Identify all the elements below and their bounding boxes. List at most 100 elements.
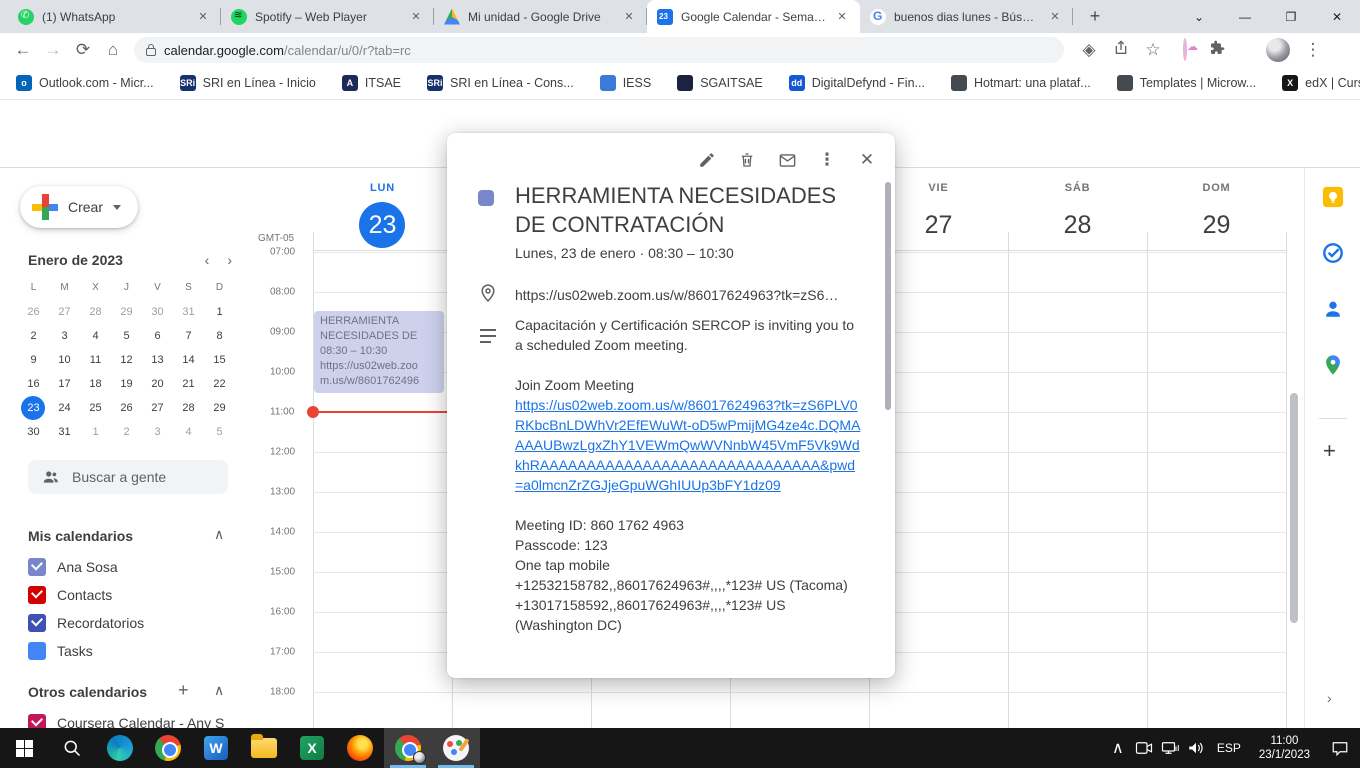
mini-calendar-day[interactable]: 4 <box>80 324 111 348</box>
mini-calendar-day[interactable]: 5 <box>204 420 235 444</box>
mini-calendar-day[interactable]: 22 <box>204 372 235 396</box>
excel-icon[interactable]: X <box>288 728 336 768</box>
mini-calendar-day[interactable]: 10 <box>49 348 80 372</box>
hide-panel-icon[interactable]: › <box>1327 690 1332 706</box>
extensions-icon[interactable] <box>1202 40 1232 60</box>
network-icon[interactable] <box>1157 740 1183 756</box>
meet-now-icon[interactable] <box>1131 741 1157 755</box>
calendar-list-item[interactable]: Coursera Calendar - Any S <box>28 714 224 728</box>
calendar-checkbox[interactable] <box>28 642 46 660</box>
mini-calendar-day[interactable]: 27 <box>49 300 80 324</box>
mini-calendar-day[interactable]: 13 <box>142 348 173 372</box>
mini-calendar-day[interactable]: 29 <box>111 300 142 324</box>
day-number[interactable]: 28 <box>1008 202 1147 248</box>
hidden-icons-chevron[interactable]: ∧ <box>1105 738 1131 758</box>
media-router-icon[interactable]: ◈ <box>1074 40 1104 60</box>
bookmark-item[interactable]: SRi SRI en Línea - Cons... <box>427 75 574 91</box>
edit-event-icon[interactable] <box>695 148 719 172</box>
day-header[interactable]: DOM 29 <box>1147 182 1286 248</box>
mini-calendar-day[interactable]: 28 <box>80 300 111 324</box>
calendar-checkbox[interactable] <box>28 614 46 632</box>
back-icon[interactable]: ← <box>8 40 38 60</box>
browser-tab[interactable]: buenos dias lunes - Búsqued ✕ <box>860 0 1073 33</box>
collapse-my-calendars-icon[interactable]: ∧ <box>214 526 224 543</box>
day-number[interactable]: 29 <box>1147 202 1286 248</box>
contacts-icon[interactable] <box>1322 298 1344 320</box>
browser-menu-icon[interactable]: ⋮ <box>1298 40 1328 60</box>
calendar-list-item[interactable]: Tasks <box>28 642 93 660</box>
mini-calendar-day[interactable]: 31 <box>49 420 80 444</box>
grid-scrollbar[interactable] <box>1290 393 1298 623</box>
language-indicator[interactable]: ESP <box>1209 741 1249 755</box>
close-window-button[interactable]: ✕ <box>1314 10 1360 24</box>
create-button[interactable]: Crear <box>20 186 138 228</box>
browser-tab[interactable]: Google Calendar - Semana d ✕ <box>647 0 860 33</box>
mini-calendar-day[interactable]: 3 <box>142 420 173 444</box>
calendar-list-item[interactable]: Recordatorios <box>28 614 144 632</box>
bookmark-item[interactable]: SGAITSAE <box>677 75 763 91</box>
tasks-icon[interactable] <box>1322 242 1344 264</box>
bookmark-item[interactable]: Templates | Microw... <box>1117 75 1256 91</box>
address-bar[interactable]: calendar.google.com/calendar/u/0/r?tab=r… <box>134 37 1064 63</box>
popup-scrollbar[interactable] <box>885 182 891 410</box>
browser-tab[interactable]: Mi unidad - Google Drive ✕ <box>434 0 647 33</box>
bookmark-item[interactable]: SRi SRI en Línea - Inicio <box>180 75 316 91</box>
firefox-icon[interactable] <box>336 728 384 768</box>
tab-close-icon[interactable]: ✕ <box>834 9 850 25</box>
paint-icon[interactable] <box>432 728 480 768</box>
bookmark-item[interactable]: o Outlook.com - Micr... <box>16 75 154 91</box>
mini-calendar-day[interactable]: 4 <box>173 420 204 444</box>
mini-calendar-day[interactable]: 7 <box>173 324 204 348</box>
taskbar-search-icon[interactable] <box>48 728 96 768</box>
minimize-button[interactable]: — <box>1222 10 1268 24</box>
calendar-checkbox[interactable] <box>28 558 46 576</box>
event-chip[interactable]: HERRAMIENTA NECESIDADES DE 08:30 – 10:30… <box>314 311 444 393</box>
mini-calendar-day[interactable]: 2 <box>18 324 49 348</box>
bookmark-item[interactable]: A ITSAE <box>342 75 401 91</box>
bookmark-item[interactable]: X edX | Cursos en líne... <box>1282 75 1360 91</box>
mini-cal-next-icon[interactable]: › <box>227 252 232 268</box>
mini-calendar-day[interactable]: 11 <box>80 348 111 372</box>
mini-calendar-day[interactable]: 30 <box>18 420 49 444</box>
mini-calendar-day[interactable]: 26 <box>18 300 49 324</box>
delete-event-icon[interactable] <box>735 148 759 172</box>
mini-calendar-day[interactable]: 19 <box>111 372 142 396</box>
mini-calendar-day[interactable]: 30 <box>142 300 173 324</box>
add-other-calendar-icon[interactable]: + <box>178 680 189 701</box>
mini-calendar-day[interactable]: 14 <box>173 348 204 372</box>
bookmark-item[interactable]: Hotmart: una plataf... <box>951 75 1091 91</box>
email-guests-icon[interactable] <box>775 148 799 172</box>
mini-calendar-day[interactable]: 31 <box>173 300 204 324</box>
lock-icon[interactable] <box>146 48 156 56</box>
more-options-icon[interactable]: ⋮ <box>815 148 839 172</box>
mini-calendar-day[interactable]: 21 <box>173 372 204 396</box>
maps-icon[interactable] <box>1322 354 1344 376</box>
calendar-checkbox[interactable] <box>28 586 46 604</box>
bookmark-item[interactable]: IESS <box>600 75 652 91</box>
get-addons-icon[interactable]: + <box>1323 438 1336 464</box>
day-header[interactable]: SÁB 28 <box>1008 182 1147 248</box>
mini-calendar-day[interactable]: 3 <box>49 324 80 348</box>
word-icon[interactable]: W <box>192 728 240 768</box>
chrome-icon[interactable] <box>144 728 192 768</box>
mini-calendar-day[interactable]: 26 <box>111 396 142 420</box>
mini-cal-prev-icon[interactable]: ‹ <box>205 252 210 268</box>
mini-calendar-day[interactable]: 6 <box>142 324 173 348</box>
new-tab-button[interactable]: + <box>1081 3 1109 31</box>
mini-calendar-day[interactable]: 8 <box>204 324 235 348</box>
mini-calendar-day[interactable]: 5 <box>111 324 142 348</box>
mini-calendar-day[interactable]: 16 <box>18 372 49 396</box>
tab-close-icon[interactable]: ✕ <box>195 9 211 25</box>
calendar-checkbox[interactable] <box>28 714 46 728</box>
mini-calendar-day[interactable]: 25 <box>80 396 111 420</box>
mini-calendar-day[interactable]: 9 <box>18 348 49 372</box>
mini-calendar-day[interactable]: 20 <box>142 372 173 396</box>
browser-profile-avatar[interactable] <box>1266 38 1296 62</box>
share-icon[interactable] <box>1106 40 1136 61</box>
tab-close-icon[interactable]: ✕ <box>408 9 424 25</box>
browser-tab[interactable]: (1) WhatsApp ✕ <box>8 0 221 33</box>
mini-calendar-day[interactable]: 15 <box>204 348 235 372</box>
calendar-list-item[interactable]: Ana Sosa <box>28 558 118 576</box>
bookmark-star-icon[interactable]: ☆ <box>1138 40 1168 60</box>
mini-calendar-day[interactable]: 18 <box>80 372 111 396</box>
